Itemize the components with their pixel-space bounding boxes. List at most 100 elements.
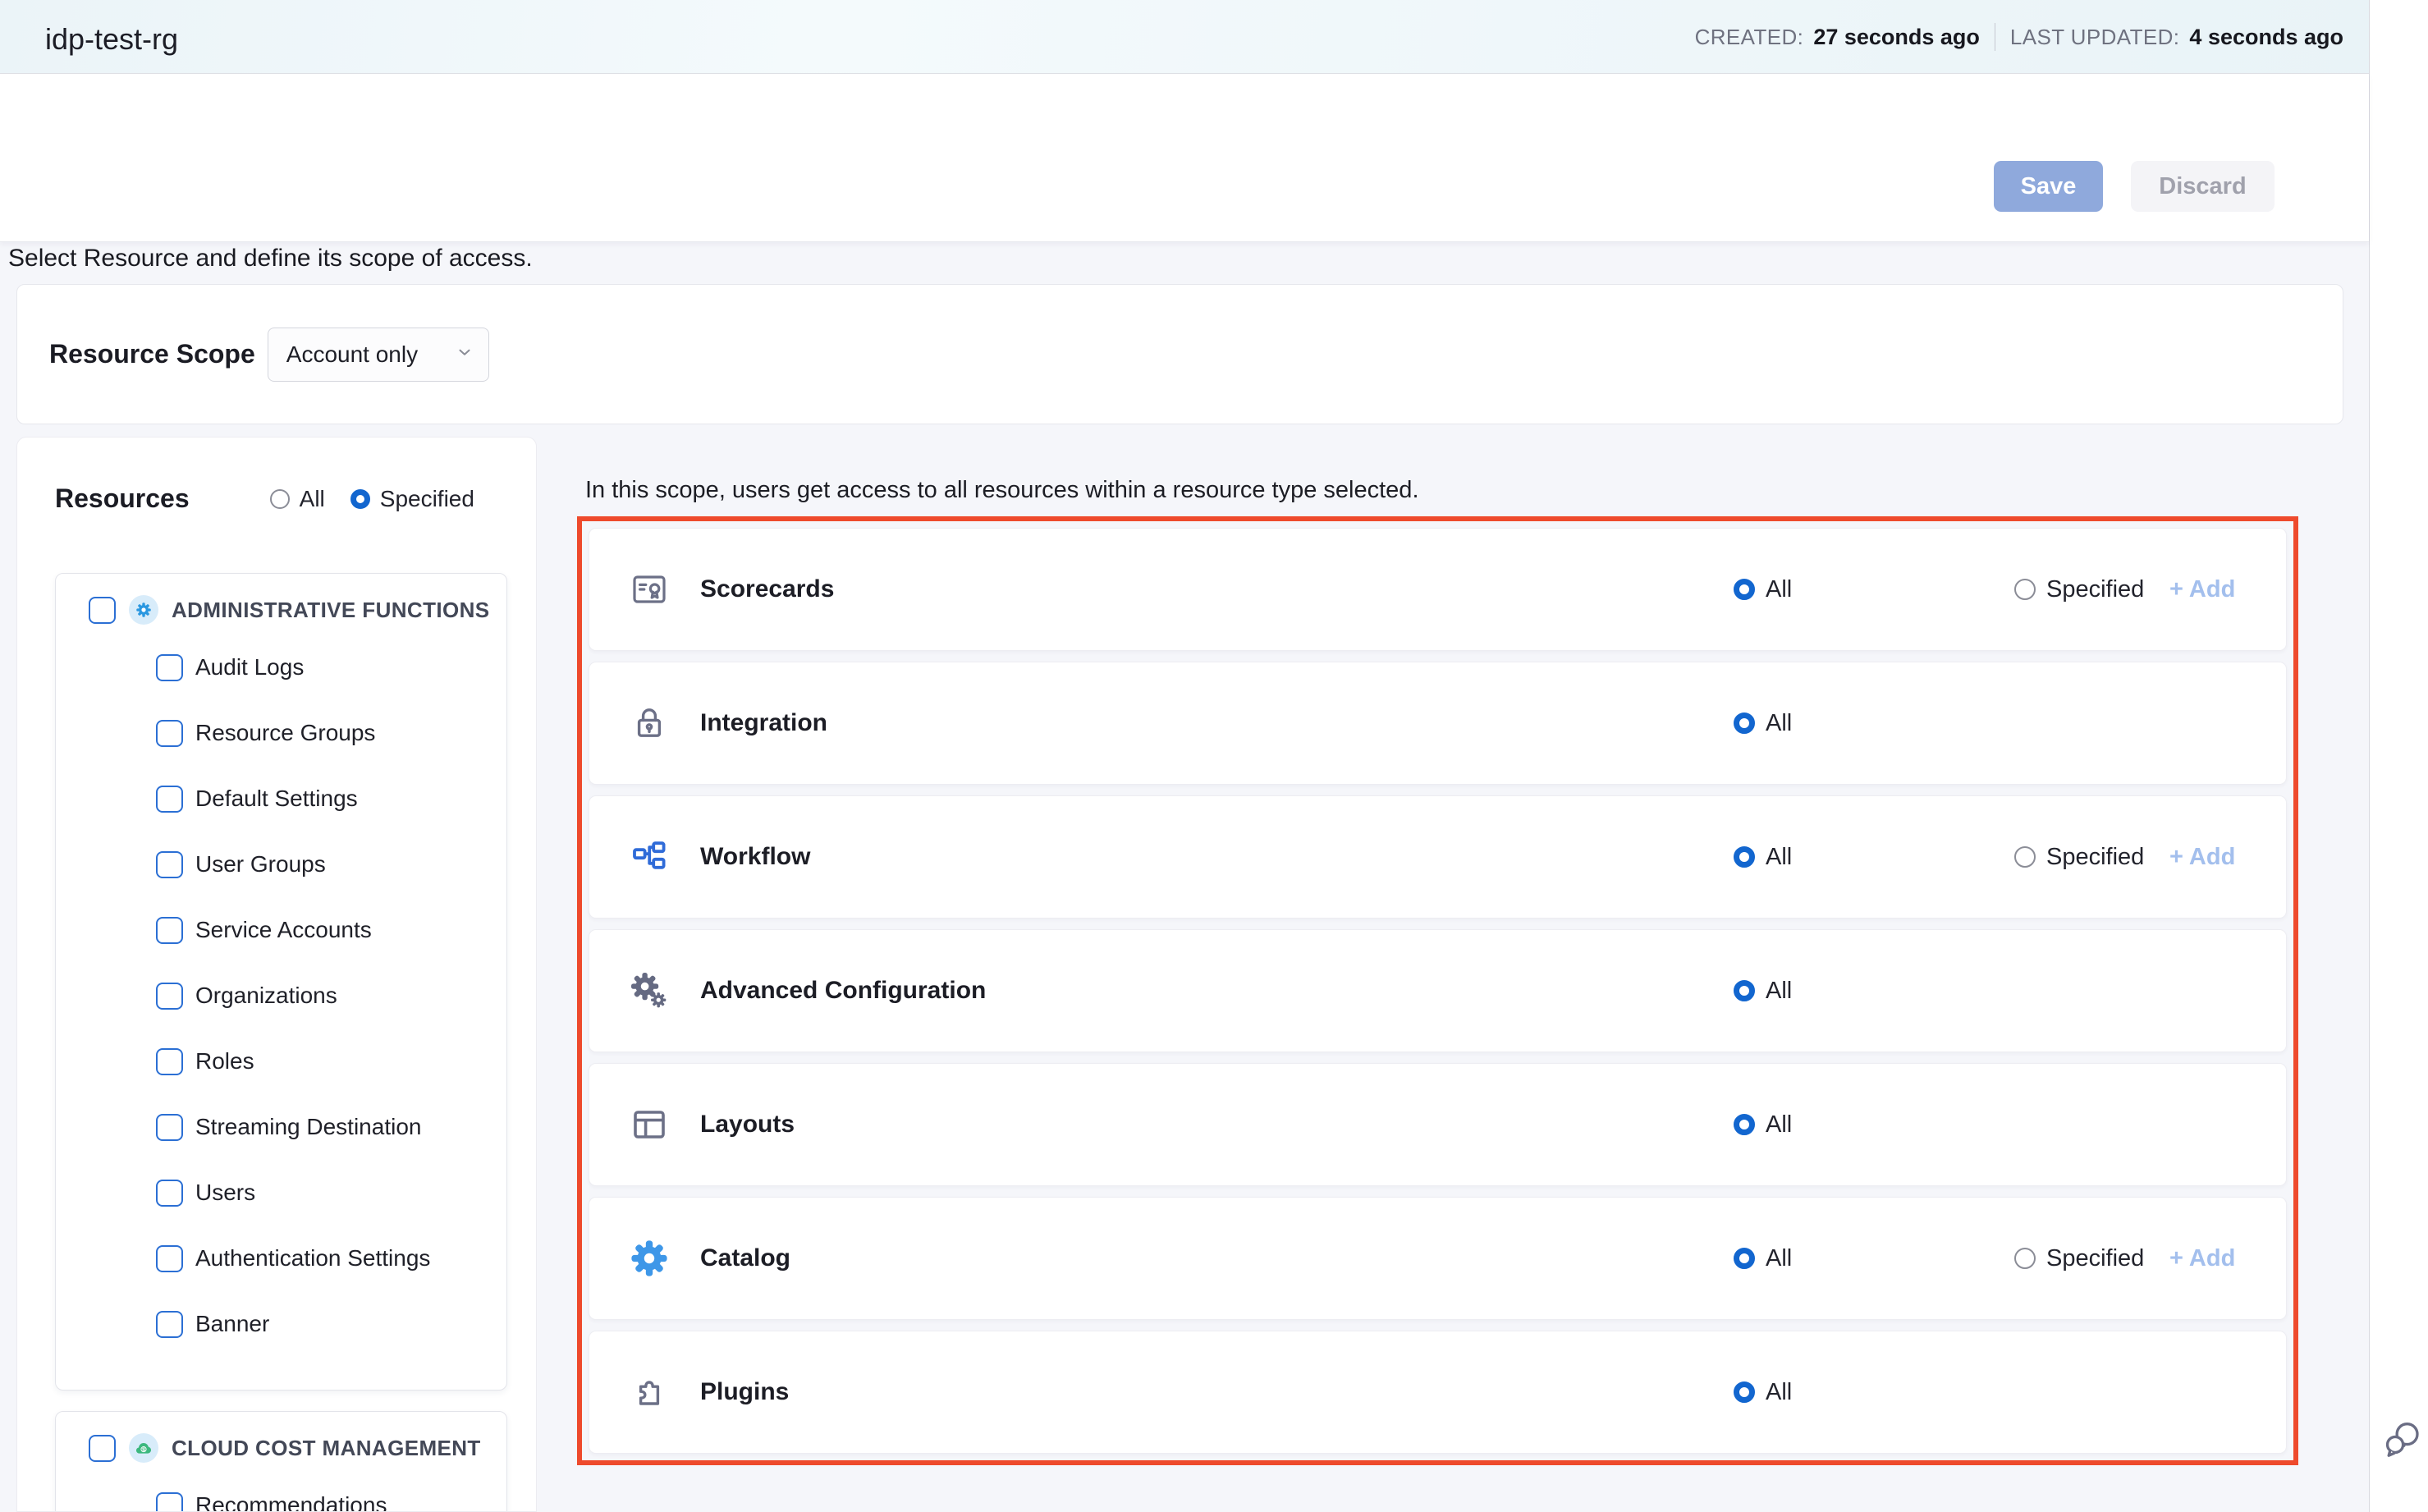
resource-type-label: Scorecards — [700, 575, 834, 603]
resource-type-row: Plugins All — [589, 1331, 2287, 1454]
resource-item: Resource Groups — [156, 700, 506, 766]
radio-icon[interactable] — [1734, 1248, 1755, 1269]
row-specified-label: Specified — [2046, 1245, 2144, 1272]
row-add-link[interactable]: + Add — [2169, 1245, 2235, 1272]
row-specified-label: Specified — [2046, 844, 2144, 871]
resource-scope-value: Account only — [286, 341, 418, 368]
resources-mode-radios: All Specified — [270, 486, 474, 512]
resource-item-label: Recommendations — [195, 1492, 387, 1512]
layouts-icon — [630, 1105, 669, 1144]
scope-description: Select Resource and define its scope of … — [8, 245, 533, 273]
workflow-icon — [630, 837, 669, 877]
resource-item: Organizations — [156, 963, 506, 1029]
resource-item-label: Roles — [195, 1048, 254, 1074]
resource-item: Recommendations — [156, 1473, 506, 1512]
row-all-radio[interactable]: All — [1734, 710, 1792, 737]
row-all-radio[interactable]: All — [1734, 978, 1792, 1005]
resources-sidebar: Resources All Specified ADMINISTRATIVE F… — [16, 437, 537, 1512]
row-specified-label: Specified — [2046, 576, 2144, 603]
row-specified-radio[interactable]: Specified — [2014, 844, 2144, 871]
radio-icon[interactable] — [2014, 579, 2036, 600]
chat-support-icon[interactable] — [2381, 1417, 2426, 1464]
catalog-icon — [630, 1239, 669, 1278]
resource-item-label: Service Accounts — [195, 917, 372, 943]
resources-title: Resources — [55, 483, 190, 514]
radio-icon[interactable] — [1734, 846, 1755, 868]
right-gutter — [2369, 0, 2428, 1512]
group-checkbox[interactable] — [89, 1435, 116, 1462]
resource-item-label: Audit Logs — [195, 654, 304, 680]
resource-item-checkbox[interactable] — [156, 1048, 183, 1075]
resource-item-checkbox[interactable] — [156, 1245, 183, 1272]
scope-info-text: In this scope, users get access to all r… — [585, 474, 1419, 506]
last-updated-label: LAST UPDATED: — [2010, 25, 2180, 50]
radio-icon[interactable] — [1734, 579, 1755, 600]
radio-icon[interactable] — [270, 489, 290, 509]
resource-item-label: Authentication Settings — [195, 1245, 430, 1271]
row-all-label: All — [1766, 1245, 1792, 1272]
radio-icon[interactable] — [2014, 1248, 2036, 1269]
plugins-icon — [630, 1372, 669, 1412]
resource-item-checkbox[interactable] — [156, 917, 183, 944]
save-button[interactable]: Save — [1994, 161, 2103, 212]
resource-item: Audit Logs — [156, 635, 506, 700]
resource-item-checkbox[interactable] — [156, 786, 183, 813]
resource-type-label: Catalog — [700, 1244, 790, 1272]
group-checkbox[interactable] — [89, 597, 116, 624]
resource-type-row: Layouts All — [589, 1063, 2287, 1186]
row-all-radio[interactable]: All — [1734, 576, 1792, 603]
resources-all-radio[interactable]: All — [270, 486, 325, 512]
resource-item-label: Users — [195, 1180, 255, 1206]
resource-type-label: Layouts — [700, 1111, 795, 1139]
page-header: idp-test-rg CREATED: 27 seconds ago LAST… — [0, 0, 2369, 74]
administrative-functions-icon — [129, 595, 158, 625]
row-all-radio[interactable]: All — [1734, 844, 1792, 871]
row-add-link[interactable]: + Add — [2169, 844, 2235, 871]
radio-icon[interactable] — [1734, 712, 1755, 734]
row-all-radio[interactable]: All — [1734, 1379, 1792, 1406]
resource-item-checkbox[interactable] — [156, 1114, 183, 1141]
row-all-radio[interactable]: All — [1734, 1111, 1792, 1139]
resource-item-checkbox[interactable] — [156, 1492, 183, 1512]
radio-icon[interactable] — [350, 489, 370, 509]
integration-icon — [630, 703, 669, 743]
chevron-down-icon — [456, 343, 474, 365]
resource-item: Banner — [156, 1291, 506, 1357]
resource-item: User Groups — [156, 832, 506, 897]
resource-types-highlight-box: Scorecards All Specified + Add Integrati… — [577, 516, 2298, 1465]
resource-item-checkbox[interactable] — [156, 1311, 183, 1338]
last-updated-value: 4 seconds ago — [2189, 25, 2343, 50]
resource-group-items: Recommendations — [56, 1473, 506, 1512]
resource-item-checkbox[interactable] — [156, 851, 183, 878]
radio-icon[interactable] — [1734, 980, 1755, 1001]
resource-type-label: Integration — [700, 709, 827, 737]
resource-item-label: User Groups — [195, 851, 326, 877]
row-add-link[interactable]: + Add — [2169, 576, 2235, 603]
row-specified-radio[interactable]: Specified — [2014, 576, 2144, 603]
resource-type-label: Advanced Configuration — [700, 977, 986, 1005]
radio-icon[interactable] — [2014, 846, 2036, 868]
radio-icon[interactable] — [1734, 1381, 1755, 1403]
page-content: Resource Scope Account only Resources Al… — [0, 242, 2369, 1512]
discard-button[interactable]: Discard — [2131, 161, 2275, 212]
row-specified-radio[interactable]: Specified — [2014, 1245, 2144, 1272]
action-bar: Select Resource and define its scope of … — [0, 74, 2369, 242]
resources-specified-radio[interactable]: Specified — [350, 486, 474, 512]
resource-group-items: Audit Logs Resource Groups Default Setti… — [56, 635, 506, 1357]
radio-icon[interactable] — [1734, 1114, 1755, 1135]
resource-item-checkbox[interactable] — [156, 654, 183, 681]
resource-item: Authentication Settings — [156, 1226, 506, 1291]
resource-group-header: $ CLOUD COST MANAGEMENT — [89, 1428, 506, 1468]
row-all-label: All — [1766, 844, 1792, 871]
resource-item-checkbox[interactable] — [156, 720, 183, 747]
header-meta: CREATED: 27 seconds ago LAST UPDATED: 4 … — [1695, 0, 2343, 74]
resource-scope-dropdown[interactable]: Account only — [268, 328, 489, 382]
resource-item-checkbox[interactable] — [156, 983, 183, 1010]
advanced-configuration-icon — [630, 971, 669, 1010]
svg-text:$: $ — [142, 1447, 145, 1453]
resource-group-page: idp-test-rg CREATED: 27 seconds ago LAST… — [0, 0, 2428, 1512]
resource-item: Users — [156, 1160, 506, 1226]
row-all-radio[interactable]: All — [1734, 1245, 1792, 1272]
resource-item-checkbox[interactable] — [156, 1180, 183, 1207]
created-label: CREATED: — [1695, 25, 1804, 50]
